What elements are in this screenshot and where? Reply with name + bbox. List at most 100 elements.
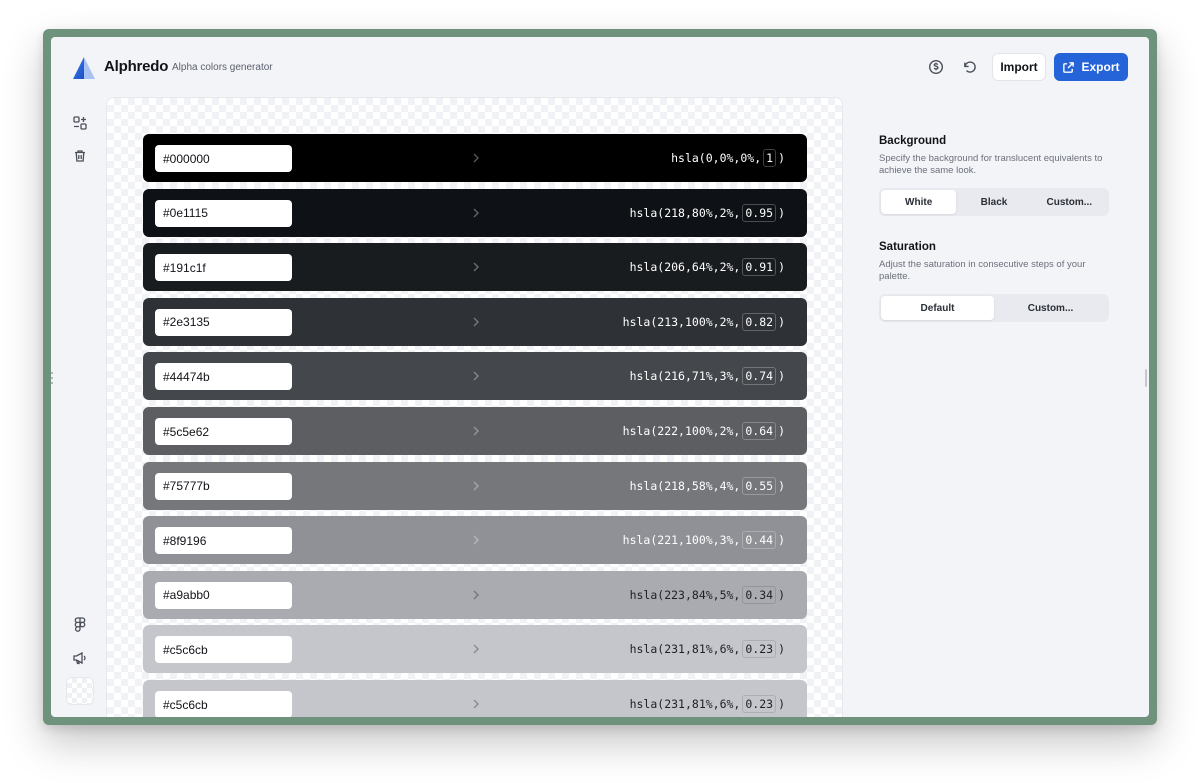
saturation-section-description: Adjust the saturation in consecutive ste… bbox=[879, 259, 1086, 282]
chevron-right-icon bbox=[473, 481, 479, 491]
swatch-row: #c5c6cb hsla(231,81%,6%, 0.23) bbox=[143, 680, 807, 717]
background-section-description: Specify the background for translucent e… bbox=[879, 153, 1103, 176]
hsla-value: hsla(221,100%,3%, 0.44) bbox=[622, 531, 785, 550]
hex-input[interactable]: #a9abb0 bbox=[155, 581, 292, 609]
background-preview-swatch[interactable] bbox=[66, 677, 94, 705]
chevron-right-icon bbox=[473, 699, 479, 709]
left-resize-grip[interactable] bbox=[51, 372, 54, 390]
saturation-section-title: Saturation bbox=[879, 241, 936, 253]
alpha-value[interactable]: 1 bbox=[763, 149, 777, 167]
alpha-value[interactable]: 0.23 bbox=[742, 695, 777, 713]
hsla-suffix: ) bbox=[778, 314, 785, 329]
palette-canvas: #000000 hsla(0,0%,0%, 1) #0e1115 hsla(218,80… bbox=[106, 97, 843, 717]
hsla-suffix: ) bbox=[778, 587, 785, 602]
external-link-icon bbox=[1063, 61, 1075, 73]
hsla-prefix: hsla(221,100%,3%, bbox=[622, 533, 741, 548]
hsla-suffix: ) bbox=[778, 151, 785, 165]
hex-input[interactable]: #000000 bbox=[155, 145, 292, 172]
hex-input[interactable]: #44474b bbox=[155, 363, 292, 391]
alpha-value[interactable]: 0.91 bbox=[742, 258, 777, 277]
right-resize-grip[interactable] bbox=[1145, 369, 1147, 387]
saturation-segmented-control: Default Custom... bbox=[879, 294, 1109, 322]
swatch-row: #8f9196 hsla(221,100%,3%, 0.44) bbox=[143, 516, 807, 565]
trash-icon[interactable] bbox=[71, 147, 89, 165]
chevron-right-icon bbox=[473, 262, 479, 272]
import-button[interactable]: Import bbox=[992, 53, 1046, 81]
hsla-prefix: hsla(0,0%,0%, bbox=[671, 151, 762, 165]
hsla-value: hsla(216,71%,3%, 0.74) bbox=[629, 367, 785, 386]
reset-icon[interactable] bbox=[959, 56, 981, 78]
swatch-row: #5c5e62 hsla(222,100%,2%, 0.64) bbox=[143, 407, 807, 455]
hsla-value: hsla(231,81%,6%, 0.23) bbox=[630, 695, 785, 713]
hsla-suffix: ) bbox=[778, 205, 785, 220]
swatch-row: #0e1115 hsla(218,80%,2%, 0.95) bbox=[143, 188, 807, 237]
hsla-prefix: hsla(213,100%,2%, bbox=[622, 314, 741, 329]
chevron-right-icon bbox=[473, 426, 479, 436]
hex-input[interactable]: #191c1f bbox=[155, 254, 292, 282]
hsla-value: hsla(218,58%,4%, 0.55) bbox=[629, 476, 785, 495]
hex-input[interactable]: #8f9196 bbox=[155, 527, 292, 555]
hex-input[interactable]: #5c5e62 bbox=[155, 418, 292, 445]
hex-input[interactable]: #c5c6cb bbox=[155, 691, 292, 717]
swatch-row: #75777b hsla(218,58%,4%, 0.55) bbox=[143, 461, 807, 510]
saturation-option-custom[interactable]: Custom... bbox=[994, 296, 1107, 320]
hsla-suffix: ) bbox=[778, 478, 785, 493]
alpha-value[interactable]: 0.44 bbox=[742, 531, 777, 550]
swatch-row: #a9abb0 hsla(223,84%,5%, 0.34) bbox=[143, 570, 807, 619]
swatch-row: #191c1f hsla(206,64%,2%, 0.91) bbox=[143, 243, 807, 292]
hsla-prefix: hsla(216,71%,3%, bbox=[629, 369, 741, 384]
alpha-value[interactable]: 0.55 bbox=[742, 476, 777, 495]
background-segmented-control: White Black Custom... bbox=[879, 188, 1109, 216]
hex-input[interactable]: #75777b bbox=[155, 472, 292, 500]
alpha-value[interactable]: 0.74 bbox=[742, 367, 777, 386]
background-option-black[interactable]: Black bbox=[956, 190, 1031, 214]
app-name: Alphredo bbox=[104, 58, 169, 75]
swatch-row: #c5c6cb hsla(231,81%,6%, 0.23) bbox=[143, 625, 807, 674]
hsla-suffix: ) bbox=[778, 260, 785, 275]
alpha-value[interactable]: 0.23 bbox=[742, 640, 777, 659]
hsla-value: hsla(222,100%,2%, 0.64) bbox=[623, 422, 785, 440]
hex-input[interactable]: #c5c6cb bbox=[155, 636, 292, 664]
hsla-value: hsla(231,81%,6%, 0.23) bbox=[629, 640, 785, 659]
hsla-prefix: hsla(218,58%,4%, bbox=[629, 478, 741, 493]
hex-input[interactable]: #2e3135 bbox=[155, 308, 292, 336]
alpha-value[interactable]: 0.64 bbox=[742, 422, 777, 440]
chevron-right-icon bbox=[473, 208, 479, 218]
saturation-option-default[interactable]: Default bbox=[881, 296, 994, 320]
chevron-right-icon bbox=[473, 535, 479, 545]
swatch-row: #44474b hsla(216,71%,3%, 0.74) bbox=[143, 352, 807, 401]
palette-grid-icon[interactable] bbox=[71, 114, 89, 132]
currency-icon[interactable] bbox=[925, 56, 947, 78]
hsla-prefix: hsla(231,81%,6%, bbox=[629, 697, 741, 711]
hsla-prefix: hsla(223,84%,5%, bbox=[629, 587, 741, 602]
hsla-value: hsla(206,64%,2%, 0.91) bbox=[630, 258, 785, 277]
figma-icon[interactable] bbox=[71, 616, 89, 634]
hsla-suffix: ) bbox=[778, 533, 785, 548]
alpha-value[interactable]: 0.34 bbox=[742, 585, 777, 604]
alpha-value[interactable]: 0.82 bbox=[742, 312, 777, 331]
swatch-row: #000000 hsla(0,0%,0%, 1) bbox=[143, 134, 807, 182]
swatch-row: #2e3135 hsla(213,100%,2%, 0.82) bbox=[143, 297, 807, 346]
hsla-value: hsla(213,100%,2%, 0.82) bbox=[622, 312, 785, 331]
background-option-white[interactable]: White bbox=[881, 190, 957, 214]
hsla-suffix: ) bbox=[778, 642, 785, 657]
hsla-suffix: ) bbox=[778, 697, 785, 711]
logo-icon bbox=[73, 57, 95, 79]
hsla-suffix: ) bbox=[778, 424, 785, 438]
hsla-value: hsla(223,84%,5%, 0.34) bbox=[629, 585, 785, 604]
hsla-value: hsla(0,0%,0%, 1) bbox=[671, 149, 785, 167]
chevron-right-icon bbox=[473, 590, 479, 600]
export-label: Export bbox=[1081, 60, 1120, 74]
hex-input[interactable]: #0e1115 bbox=[155, 199, 292, 227]
app-tagline: Alpha colors generator bbox=[172, 62, 273, 73]
hsla-prefix: hsla(222,100%,2%, bbox=[622, 424, 741, 438]
chevron-right-icon bbox=[473, 153, 479, 163]
hsla-suffix: ) bbox=[778, 369, 785, 384]
hsla-prefix: hsla(231,81%,6%, bbox=[629, 642, 741, 657]
hsla-value: hsla(218,80%,2%, 0.95) bbox=[630, 203, 785, 222]
chevron-right-icon bbox=[473, 644, 479, 654]
export-button[interactable]: Export bbox=[1054, 53, 1128, 81]
alpha-value[interactable]: 0.95 bbox=[742, 203, 777, 222]
megaphone-icon[interactable] bbox=[71, 649, 89, 667]
background-option-custom[interactable]: Custom... bbox=[1032, 190, 1107, 214]
